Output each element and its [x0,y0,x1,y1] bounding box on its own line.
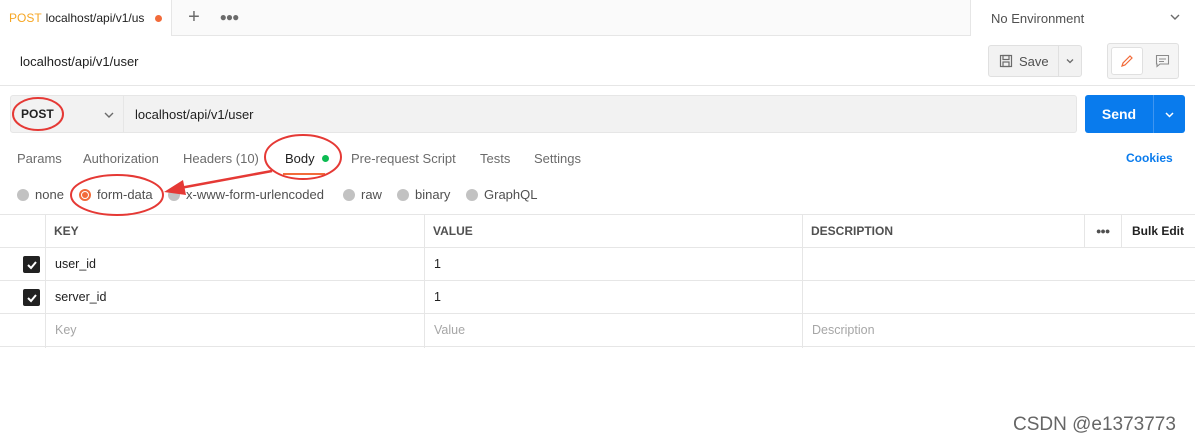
value-placeholder[interactable]: Value [434,314,465,346]
radio-graphql[interactable]: GraphQL [466,187,537,202]
bulk-edit-button[interactable]: Bulk Edit [1132,215,1184,247]
tab-params[interactable]: Params [17,151,62,166]
column-header-description: DESCRIPTION [811,224,894,238]
save-dropdown[interactable] [1059,56,1081,66]
radio-graphql-label: GraphQL [484,187,538,202]
table-row: server_id 1 [0,281,1195,314]
unsaved-dot-icon [154,14,162,22]
send-label: Send [1101,106,1137,122]
row-value[interactable]: 1 [434,248,441,280]
plus-icon[interactable]: + [184,7,204,27]
radio-form-data-label: form-data [97,187,153,202]
request-tab-method: POST [9,11,42,25]
row-value[interactable]: 1 [434,281,441,313]
table-row-empty: Key Value Description [0,314,1195,347]
watermark: CSDN @e1373773 [1013,414,1176,435]
radio-circle [343,188,355,201]
request-tab[interactable]: POST localhost/api/v1/us [0,0,172,36]
chevron-down-icon [104,112,114,118]
comment-icon [1155,54,1169,68]
radio-circle [17,188,29,201]
view-mode-toggle [1107,43,1179,79]
key-placeholder[interactable]: Key [55,314,77,346]
send-button[interactable]: Send [1085,95,1185,133]
tab-settings[interactable]: Settings [534,151,581,166]
radio-none[interactable]: none [17,187,64,202]
headers-count: (10) [235,151,259,166]
row-key[interactable]: user_id [55,248,96,280]
url-value: localhost/api/v1/user [135,106,254,122]
cookies-link[interactable]: Cookies [1126,151,1173,165]
chevron-down-icon [1066,59,1074,64]
save-icon [999,54,1013,68]
url-input[interactable]: localhost/api/v1/user [124,95,1077,133]
tab-prerequest-script[interactable]: Pre-request Script [351,151,456,166]
edit-mode-button[interactable] [1111,47,1143,75]
table-row: user_id 1 [0,248,1195,281]
save-label: Save [1019,53,1049,69]
save-button[interactable]: Save [988,45,1082,77]
body-type-radios: none form-data x-www-form-urlencoded raw… [0,182,600,206]
tab-headers[interactable]: Headers (10) [183,151,259,166]
pencil-icon [1121,55,1133,67]
tab-body[interactable]: Body [285,151,329,166]
row-checkbox[interactable] [23,256,40,273]
radio-circle [466,188,478,201]
radio-raw-label: raw [361,187,382,202]
checkmark-icon [26,293,37,302]
description-placeholder[interactable]: Description [812,314,875,346]
row-key[interactable]: server_id [55,281,106,313]
chevron-down-icon [1165,111,1174,118]
comments-button[interactable] [1146,47,1178,75]
request-title: localhost/api/v1/user [20,54,139,69]
radio-circle-selected [79,188,91,201]
table-header-row: KEY VALUE DESCRIPTION ●●● Bulk Edit [0,215,1195,248]
column-divider [1121,215,1122,248]
form-data-table: KEY VALUE DESCRIPTION ●●● Bulk Edit user… [0,214,1195,348]
tab-headers-label: Headers [183,151,233,166]
save-main[interactable]: Save [989,46,1059,76]
radio-form-data[interactable]: form-data [79,187,153,202]
radio-binary[interactable]: binary [397,187,450,202]
tab-body-label: Body [285,151,315,166]
column-divider [802,215,803,348]
radio-raw[interactable]: raw [343,187,382,202]
radio-circle [397,188,409,201]
column-header-key: KEY [54,224,79,238]
tab-bar: POST localhost/api/v1/us + ●●● No Enviro… [0,0,1195,36]
tab-tests[interactable]: Tests [480,151,510,166]
method-value: POST [21,107,54,121]
row-checkbox[interactable] [23,289,40,306]
radio-circle [168,188,180,201]
radio-binary-label: binary [415,187,451,202]
chevron-down-icon [1170,14,1180,20]
column-divider [424,215,425,348]
column-divider [45,215,46,348]
ellipsis-icon[interactable]: ●●● [1096,215,1110,247]
request-tab-url: localhost/api/v1/us [45,11,145,25]
body-status-dot-icon [321,155,329,162]
radio-urlencoded[interactable]: x-www-form-urlencoded [168,187,324,202]
environment-label: No Environment [991,10,1085,26]
request-tabs: Params Authorization Headers (10) Body P… [0,145,1195,175]
tab-authorization[interactable]: Authorization [83,151,159,166]
column-header-value: VALUE [433,224,473,238]
ellipsis-icon[interactable]: ●●● [219,7,240,27]
column-divider [1084,215,1085,248]
environment-selector[interactable]: No Environment [970,0,1195,36]
radio-urlencoded-label: x-www-form-urlencoded [186,187,324,202]
request-title-row: localhost/api/v1/user Save [0,37,1195,86]
method-select[interactable]: POST [10,95,124,133]
radio-none-label: none [35,187,64,202]
active-tab-underline [283,173,325,175]
send-dropdown[interactable] [1154,109,1185,120]
checkmark-icon [26,260,37,269]
